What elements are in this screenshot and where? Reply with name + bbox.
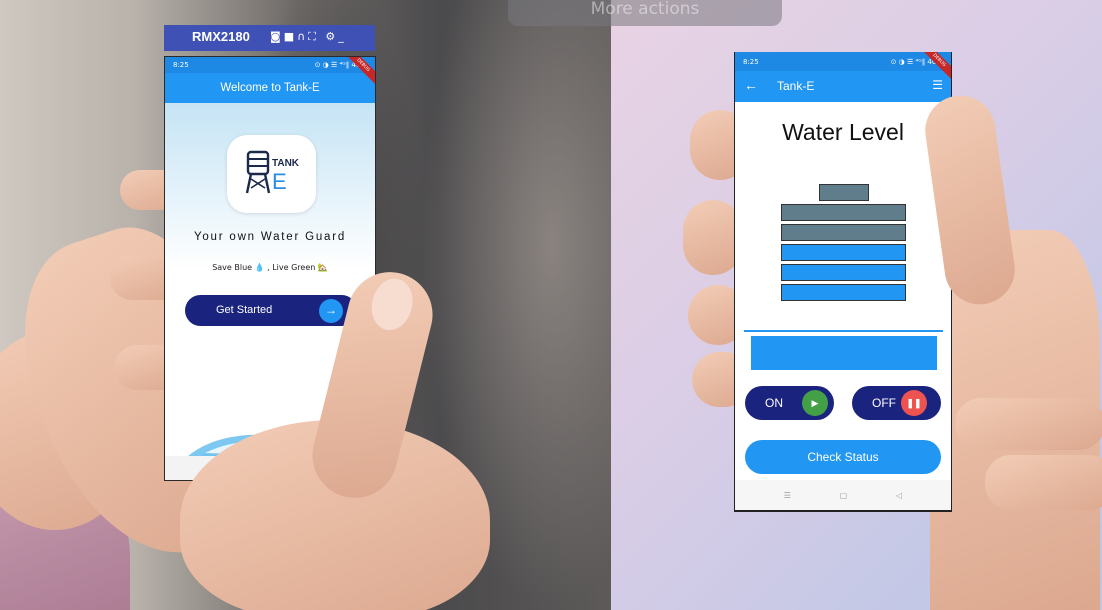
app-bar: ← Tank-E ☰ <box>735 71 951 102</box>
off-label: OFF <box>872 396 896 410</box>
pause-icon: ❚❚ <box>901 390 927 416</box>
water-level-phone-screen: 8:25 ⊙ ◑ ☰ ⁴ᴳ∥ 40% ← Tank-E ☰ DEBUG Wate… <box>734 52 952 512</box>
tank-level-bar-1 <box>781 204 906 221</box>
home-nav-icon[interactable]: ▢ <box>840 491 848 500</box>
camera-icon[interactable]: ◙ <box>270 30 284 43</box>
status-time: 8:25 <box>743 57 759 66</box>
tank-cap <box>819 184 869 201</box>
status-time: 8:25 <box>173 61 189 69</box>
subtagline: Save Blue 💧 , Live Green 🏡 <box>212 263 328 272</box>
input-underline <box>744 330 943 332</box>
minimize-icon[interactable]: _ <box>338 30 347 43</box>
tagline: Your own Water Guard <box>193 231 347 243</box>
play-icon: ▶ <box>802 390 828 416</box>
tank-level-bar-4 <box>781 264 906 281</box>
settings-icon[interactable]: ⚙ <box>325 30 338 43</box>
back-nav-icon[interactable]: ◁ <box>896 491 902 500</box>
level-readout-field <box>751 336 937 370</box>
tank-level-bar-3 <box>781 244 906 261</box>
arrow-right-icon: → <box>319 299 343 323</box>
right-hand-finger <box>985 455 1102 510</box>
svg-text:TANK: TANK <box>272 158 300 169</box>
water-level-heading: Water Level <box>782 119 904 145</box>
system-nav-bar: ☰ ▢ ◁ <box>735 480 951 510</box>
status-bar: 8:25 ⊙ ◑ ☰ ⁴ᴳ∥ 40% <box>165 57 375 73</box>
water-tank-logo-icon: TANK E <box>245 150 300 194</box>
get-started-label: Get Started <box>216 304 273 316</box>
svg-text:E: E <box>272 169 287 194</box>
app-logo: TANK E <box>227 135 316 213</box>
more-actions-button[interactable]: More actions <box>508 0 782 26</box>
headphones-icon[interactable]: ∩ <box>297 30 308 43</box>
right-hand-pointing-finger <box>955 398 1102 450</box>
tank-level-indicator <box>735 184 951 304</box>
emulator-toolbar-icons: ◙■∩⛶ ⚙_ <box>270 30 347 44</box>
pump-off-button[interactable]: OFF ❚❚ <box>852 386 941 420</box>
get-started-button[interactable]: Get Started → <box>185 295 357 326</box>
app-bar-title: Tank-E <box>777 79 815 93</box>
pump-on-button[interactable]: ON ▶ <box>745 386 834 420</box>
status-bar: 8:25 ⊙ ◑ ☰ ⁴ᴳ∥ 40% <box>735 52 951 71</box>
back-arrow-icon[interactable]: ← <box>744 77 758 93</box>
check-status-button[interactable]: Check Status <box>745 440 941 474</box>
emulator-toolbar: RMX2180 ◙■∩⛶ ⚙_ <box>164 25 375 51</box>
app-bar-title: Welcome to Tank-E <box>220 82 320 94</box>
thumb-nail <box>366 274 418 335</box>
fullscreen-icon[interactable]: ⛶ <box>308 30 319 43</box>
more-actions-label: More actions <box>590 0 700 19</box>
on-label: ON <box>765 396 783 410</box>
recents-nav-icon[interactable]: ☰ <box>784 491 791 500</box>
device-name: RMX2180 <box>192 29 250 44</box>
tank-level-bar-2 <box>781 224 906 241</box>
hamburger-menu-icon[interactable]: ☰ <box>932 78 943 92</box>
tank-level-bar-5 <box>781 284 906 301</box>
app-bar: Welcome to Tank-E <box>165 73 375 103</box>
video-icon[interactable]: ■ <box>284 30 297 43</box>
